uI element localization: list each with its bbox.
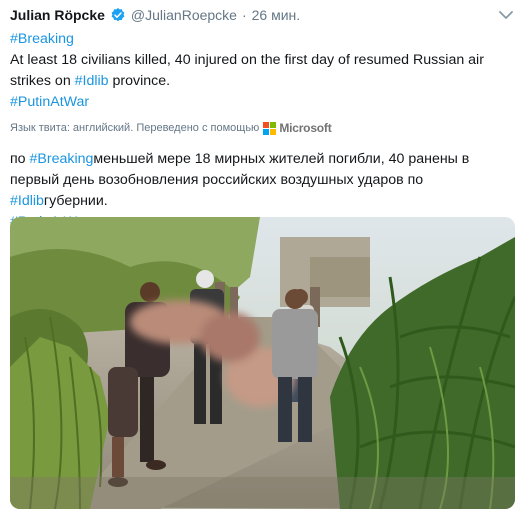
hashtag-idlib[interactable]: #Idlib (75, 73, 109, 89)
tweet-header: Julian Röpcke @JulianRoepcke · 26 мин. (10, 7, 300, 23)
author-name[interactable]: Julian Röpcke (10, 7, 105, 23)
tweet-text: #Breaking At least 18 civilians killed, … (10, 29, 515, 113)
tweet-timestamp[interactable]: 26 мин. (252, 7, 301, 23)
translated-text-start: по (10, 151, 30, 167)
header-separator: · (241, 7, 247, 23)
hashtag-putinatwar[interactable]: #PutinAtWar (10, 94, 89, 110)
tweet-photo[interactable] (10, 217, 515, 509)
photo-scene (10, 217, 515, 509)
author-handle[interactable]: @JulianRoepcke (131, 7, 237, 23)
tweet-card: Julian Röpcke @JulianRoepcke · 26 мин. #… (0, 0, 527, 515)
translation-note-text: Язык твита: английский. Переведено с пом… (10, 122, 260, 134)
translated-text-end: губернии. (43, 193, 108, 209)
microsoft-logo-icon (263, 121, 277, 135)
translator-brand[interactable]: Microsoft (279, 121, 331, 135)
translation-note: Язык твита: английский. Переведено с пом… (10, 121, 332, 135)
verified-badge-icon (111, 8, 125, 22)
hashtag-breaking[interactable]: #Breaking (10, 31, 74, 47)
chevron-down-icon[interactable] (499, 10, 513, 20)
translated-hashtag-breaking[interactable]: #Breaking (30, 151, 94, 167)
tweet-text-body-end: province. (108, 73, 171, 89)
translated-hashtag-idlib[interactable]: #Idlib (10, 193, 44, 209)
